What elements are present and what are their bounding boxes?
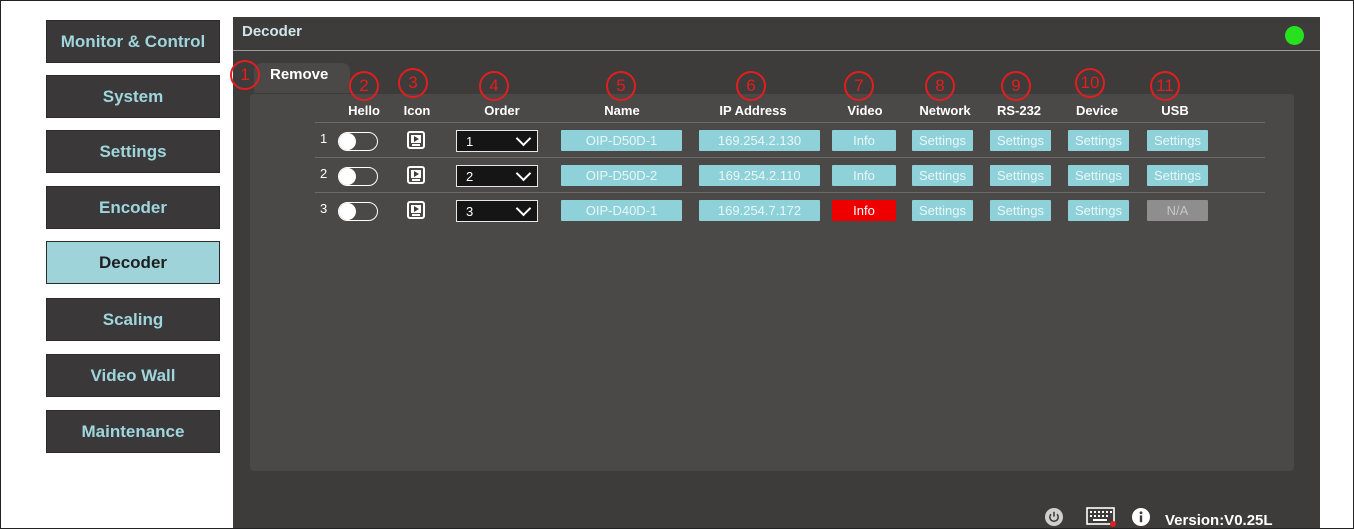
callout-marker: 1 [230, 60, 260, 90]
callout-marker: 2 [349, 71, 379, 101]
col-header-ip-address: IP Address [719, 103, 787, 118]
chevron-down-icon [515, 165, 532, 182]
col-header-hello: Hello [348, 103, 380, 118]
rs232-settings-button[interactable]: Settings [990, 165, 1051, 186]
sidebar-item-monitor-control[interactable]: Monitor & Control [46, 20, 220, 63]
display-icon[interactable] [407, 201, 425, 219]
power-icon[interactable] [1045, 508, 1063, 526]
col-header-name: Name [604, 103, 640, 118]
ip-address-button[interactable]: 169.254.7.172 [699, 200, 820, 221]
sidebar-item-label: Settings [99, 141, 167, 161]
ip-address-button[interactable]: 169.254.2.110 [699, 165, 820, 186]
callout-marker: 4 [479, 71, 509, 101]
sidebar-item-video-wall[interactable]: Video Wall [46, 354, 220, 397]
decoder-name-button[interactable]: OIP-D50D-2 [561, 165, 682, 186]
sidebar-item-encoder[interactable]: Encoder [46, 186, 220, 229]
decoder-name-button[interactable]: OIP-D50D-1 [561, 130, 682, 151]
network-settings-button[interactable]: Settings [912, 130, 973, 151]
device-settings-button[interactable]: Settings [1068, 130, 1129, 151]
col-header-order: Order [484, 103, 520, 118]
callout-marker: 11 [1150, 71, 1180, 101]
video-info-button[interactable]: Info [832, 200, 896, 221]
rs232-settings-button[interactable]: Settings [990, 130, 1051, 151]
video-info-button[interactable]: Info [832, 165, 896, 186]
usb-na-button: N/A [1147, 200, 1208, 221]
col-header-usb: USB [1161, 103, 1189, 118]
callout-marker: 9 [1001, 71, 1031, 101]
order-value: 2 [466, 169, 474, 184]
col-header-rs232: RS-232 [996, 103, 1042, 118]
sidebar-item-decoder[interactable]: Decoder [46, 241, 220, 284]
sidebar-item-label: Encoder [98, 197, 168, 217]
sidebar-item-maintenance[interactable]: Maintenance [46, 410, 220, 453]
sidebar-item-label: Scaling [102, 309, 164, 329]
decoder-panel: Decoder Remove Hello Icon Order Name IP … [230, 17, 1320, 529]
hello-toggle[interactable] [338, 202, 378, 221]
sidebar-item-label: Video Wall [90, 365, 176, 385]
display-icon[interactable] [407, 131, 425, 149]
row-divider [315, 122, 1265, 123]
order-select[interactable]: 3 [456, 200, 538, 222]
row-number: 3 [320, 201, 328, 216]
device-settings-button[interactable]: Settings [1068, 200, 1129, 221]
chevron-down-icon [515, 200, 532, 217]
chevron-down-icon [515, 130, 532, 147]
row-number: 1 [320, 131, 328, 146]
sidebar-item-settings[interactable]: Settings [46, 130, 220, 173]
callout-marker: 3 [398, 68, 428, 98]
order-select[interactable]: 2 [456, 165, 538, 187]
usb-settings-button[interactable]: Settings [1147, 130, 1208, 151]
row-number: 2 [320, 166, 328, 181]
page-frame: Monitor & Control System Settings Encode… [0, 0, 1354, 529]
col-header-video: Video [847, 103, 883, 118]
hello-toggle[interactable] [338, 167, 378, 186]
display-icon[interactable] [407, 166, 425, 184]
tab-label: Remove [270, 66, 329, 83]
callout-marker: 8 [925, 71, 955, 101]
sidebar-item-label: Decoder [98, 252, 168, 272]
device-settings-button[interactable]: Settings [1068, 165, 1129, 186]
callout-marker: 6 [736, 71, 766, 101]
sidebar-item-label: System [102, 86, 164, 106]
sidebar-item-scaling[interactable]: Scaling [46, 298, 220, 341]
callout-marker: 10 [1075, 68, 1105, 98]
row-divider [315, 157, 1265, 158]
row-divider [315, 192, 1265, 193]
version-label: Version:V0.25L [1165, 512, 1273, 529]
decoder-name-button[interactable]: OIP-D40D-1 [561, 200, 682, 221]
order-value: 3 [466, 204, 474, 219]
sidebar-item-label: Monitor & Control [60, 31, 206, 51]
network-settings-button[interactable]: Settings [912, 165, 973, 186]
status-indicator [1285, 26, 1304, 45]
order-value: 1 [466, 134, 474, 149]
divider [233, 50, 1320, 51]
info-icon[interactable] [1132, 508, 1150, 526]
tab-remove[interactable]: Remove [254, 63, 350, 93]
usb-settings-button[interactable]: Settings [1147, 165, 1208, 186]
ip-address-button[interactable]: 169.254.2.130 [699, 130, 820, 151]
callout-marker: 7 [844, 71, 874, 101]
hello-toggle[interactable] [338, 132, 378, 151]
col-header-network: Network [919, 103, 971, 118]
rs232-settings-button[interactable]: Settings [990, 200, 1051, 221]
keyboard-icon[interactable] [1086, 506, 1118, 528]
network-settings-button[interactable]: Settings [912, 200, 973, 221]
col-header-icon: Icon [403, 103, 431, 118]
sidebar-item-label: Maintenance [81, 421, 185, 441]
video-info-button[interactable]: Info [832, 130, 896, 151]
panel-title: Decoder [242, 23, 303, 40]
sidebar-item-system[interactable]: System [46, 75, 220, 118]
order-select[interactable]: 1 [456, 130, 538, 152]
col-header-device: Device [1076, 103, 1118, 118]
callout-marker: 5 [606, 71, 636, 101]
